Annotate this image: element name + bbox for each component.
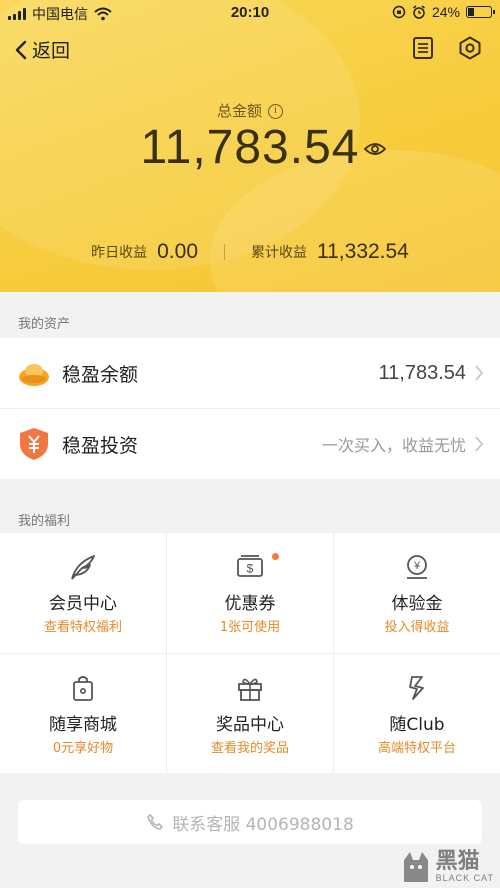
contact-support-button[interactable]: 联系客服 4006988018	[18, 800, 482, 844]
chevron-left-icon	[15, 40, 27, 59]
benefit-prize-center[interactable]: 奖品中心 查看我的奖品	[167, 654, 333, 774]
notification-dot	[272, 553, 279, 560]
info-icon[interactable]: i	[268, 104, 283, 119]
divider	[224, 244, 225, 260]
benefit-subtitle: 1张可使用	[219, 620, 281, 635]
watermark: 黑猫 BLACK CAT	[400, 850, 494, 884]
total-label-row: 总金额 i	[0, 100, 500, 121]
battery-percent: 24%	[431, 4, 460, 20]
benefit-mall[interactable]: 随享商城 0元享好物	[0, 654, 166, 774]
asset-row-balance[interactable]: 稳盈余额 11,783.54	[0, 338, 500, 408]
records-list-icon[interactable]	[412, 36, 434, 60]
orientation-lock-icon	[392, 5, 406, 19]
total-amount: 11,783.54	[140, 121, 360, 174]
club-logo-icon	[409, 676, 424, 700]
yesterday-label: 昨日收益	[91, 245, 148, 261]
alarm-icon	[413, 5, 425, 19]
nav-bar: 返回	[0, 36, 500, 68]
benefit-name: 体验金	[391, 594, 443, 614]
benefit-name: 随Club	[389, 715, 445, 735]
benefit-club[interactable]: 随Club 高端特权平台	[334, 654, 500, 774]
eye-icon[interactable]	[364, 141, 386, 157]
coupon-icon: $	[237, 555, 263, 577]
benefit-member-center[interactable]: 会员中心 查看特权福利	[0, 533, 166, 653]
asset-name: 稳盈余额	[62, 363, 139, 386]
total-label: 总金额	[216, 102, 262, 120]
benefits-grid: 会员中心 查看特权福利 $ 优惠券 1张可使用 ¥ 体验金 投入得收益 随享商城…	[0, 533, 500, 773]
benefit-trial-money[interactable]: ¥ 体验金 投入得收益	[334, 533, 500, 653]
yesterday-value: 0.00	[157, 240, 198, 263]
cat-logo-icon	[403, 852, 428, 882]
asset-value: 11,783.54	[378, 361, 467, 384]
benefit-name: 会员中心	[49, 594, 117, 614]
benefit-subtitle: 投入得收益	[384, 620, 450, 635]
battery-icon	[466, 6, 495, 18]
chevron-right-icon	[475, 436, 484, 452]
benefit-name: 随享商城	[49, 715, 117, 735]
asset-description: 一次买入，收益无忧	[321, 436, 466, 455]
contact-label: 联系客服 4006988018	[172, 814, 354, 835]
benefit-name: 奖品中心	[216, 715, 284, 735]
cumulative-value: 11,332.54	[317, 240, 409, 263]
asset-name: 稳盈投资	[62, 434, 139, 457]
svg-text:¥: ¥	[413, 560, 421, 572]
shield-yuan-icon	[20, 428, 48, 460]
gift-icon	[238, 678, 262, 701]
assets-section-title: 我的资产	[18, 317, 71, 332]
svg-text:$: $	[247, 562, 254, 576]
benefits-section-title: 我的福利	[18, 514, 71, 529]
header-banner: 中国电信 20:10 24% 返回 总金额 i 11,783.54 昨日收益 0…	[0, 0, 500, 292]
cumulative-label: 累计收益	[251, 245, 307, 261]
benefit-subtitle: 查看我的奖品	[210, 741, 289, 756]
benefit-coupons[interactable]: $ 优惠券 1张可使用	[167, 533, 333, 653]
gold-ingot-icon	[19, 364, 49, 386]
benefit-name: 优惠券	[224, 594, 276, 614]
back-label: 返回	[32, 40, 71, 62]
back-button[interactable]: 返回	[14, 36, 70, 63]
asset-row-investment[interactable]: 稳盈投资 一次买入，收益无忧	[0, 409, 500, 479]
benefit-subtitle: 0元享好物	[52, 741, 114, 756]
chevron-right-icon	[475, 365, 484, 381]
watermark-brand-en: BLACK CAT	[435, 873, 494, 883]
earnings-summary: 昨日收益 0.00 累计收益 11,332.54	[0, 240, 500, 264]
status-bar: 中国电信 20:10 24%	[0, 0, 500, 26]
watermark-brand: 黑猫	[435, 849, 480, 874]
shopping-bag-icon	[73, 676, 93, 701]
feather-icon	[71, 555, 95, 580]
phone-icon	[147, 814, 164, 830]
benefit-subtitle: 高端特权平台	[377, 741, 456, 756]
settings-icon[interactable]	[458, 36, 482, 60]
benefit-subtitle: 查看特权福利	[43, 620, 122, 635]
trial-money-icon: ¥	[407, 555, 427, 579]
